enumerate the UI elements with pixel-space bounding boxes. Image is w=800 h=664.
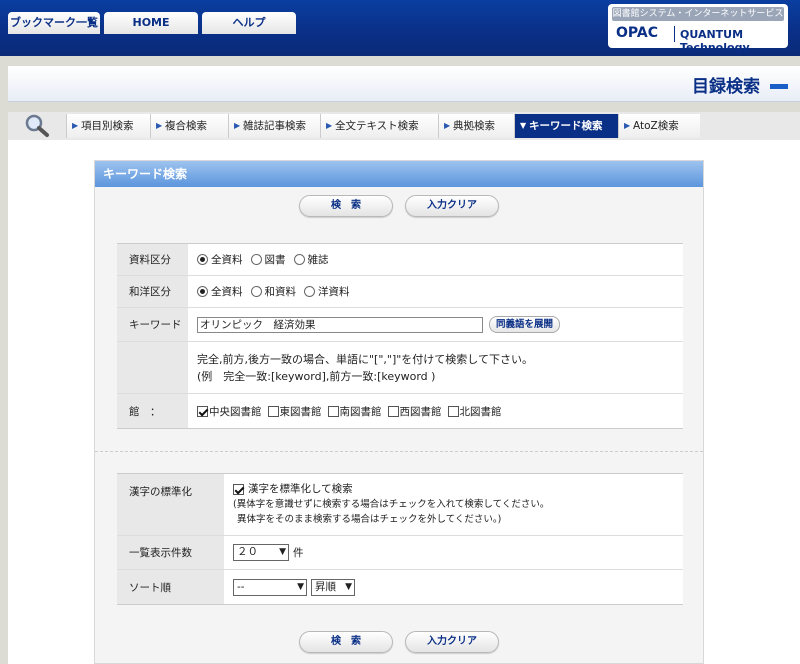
kanji-label: 漢字の標準化 bbox=[117, 474, 227, 535]
language-label: 和洋区分 bbox=[117, 276, 191, 307]
brand-subtitle: 図書館システム・インターネットサービス bbox=[612, 7, 784, 21]
search-note-line1: 完全,前方,後方一致の場合、単語に"[","]"を付けて検索して下さい。 bbox=[197, 352, 533, 366]
library-south-checkbox[interactable]: 南図書館 bbox=[327, 404, 382, 419]
search-button-top[interactable]: 検 索 bbox=[299, 195, 393, 217]
radio-icon bbox=[250, 286, 262, 297]
material-options: 全資料 図書 雑誌 bbox=[197, 244, 337, 275]
checkbox-icon bbox=[387, 405, 399, 417]
checkbox-icon bbox=[267, 405, 279, 417]
library-north-checkbox[interactable]: 北図書館 bbox=[447, 404, 502, 419]
kanji-help-line2: 異体字をそのまま検索する場合はチェックを外してください。) bbox=[237, 514, 502, 525]
search-form-section: 資料区分 全資料 図書 雑誌 和洋区分 全資料 和資料 洋資料 キーワード オリ… bbox=[117, 243, 683, 429]
tab-fulltext-search[interactable]: ▶ 全文テキスト検索 bbox=[320, 114, 438, 138]
section-divider bbox=[95, 451, 703, 452]
chevron-down-icon: ▼ bbox=[297, 581, 304, 592]
material-all-radio[interactable]: 全資料 bbox=[197, 252, 243, 267]
clear-button-top[interactable]: 入力クリア bbox=[405, 195, 499, 217]
sort-key-select[interactable]: -- ▼ bbox=[233, 578, 307, 596]
tab-arrow-icon: ▼ bbox=[520, 121, 527, 130]
material-journal-radio[interactable]: 雑誌 bbox=[293, 252, 329, 267]
help-tab[interactable]: ヘルプ bbox=[202, 12, 296, 34]
tab-arrow-icon: ▶ bbox=[234, 121, 241, 130]
opac-logo: OPAC bbox=[616, 25, 658, 41]
tab-article-search[interactable]: ▶ 雑誌記事検索 bbox=[228, 114, 320, 138]
material-label: 資料区分 bbox=[117, 244, 191, 275]
language-japanese-radio[interactable]: 和資料 bbox=[250, 284, 296, 299]
keyword-label: キーワード bbox=[117, 308, 191, 341]
radio-icon bbox=[304, 286, 315, 297]
library-options: 中央図書館 東図書館 南図書館 西図書館 北図書館 bbox=[197, 394, 508, 428]
search-note-line2: (例 完全一致:[keyword],前方一致:[keyword ) bbox=[197, 369, 436, 383]
count-select[interactable]: ２０ ▼ bbox=[233, 544, 289, 561]
tab-atoz-search[interactable]: ▶ AtoZ検索 bbox=[618, 114, 700, 138]
note-label-cell bbox=[117, 342, 191, 393]
kanji-row: 漢字の標準化 漢字を標準化して検索 (異体字を意識せずに検索する場合はチェックを… bbox=[117, 474, 683, 536]
tab-arrow-icon: ▶ bbox=[624, 121, 631, 130]
radio-icon bbox=[197, 286, 208, 297]
top-header: ブックマーク一覧 HOME ヘルプ 図書館システム・インターネットサービス OP… bbox=[0, 0, 800, 56]
tab-arrow-icon: ▶ bbox=[72, 121, 79, 130]
radio-icon bbox=[293, 254, 305, 265]
sort-fields: -- ▼ 昇順 ▼ bbox=[233, 570, 355, 604]
tab-arrow-icon: ▶ bbox=[156, 121, 163, 130]
kanji-options: 漢字を標準化して検索 (異体字を意識せずに検索する場合はチェックを入れて検索して… bbox=[233, 474, 549, 535]
tab-keyword-search[interactable]: ▼ キーワード検索 bbox=[514, 114, 618, 138]
radio-icon bbox=[250, 254, 262, 265]
search-button-bottom[interactable]: 検 索 bbox=[299, 631, 393, 653]
library-east-checkbox[interactable]: 東図書館 bbox=[267, 404, 322, 419]
keyword-field-wrap: オリンピック 経済効果 同義語を展開 bbox=[197, 308, 561, 341]
language-options: 全資料 和資料 洋資料 bbox=[197, 276, 358, 307]
brand-divider bbox=[674, 26, 675, 42]
tab-arrow-icon: ▶ bbox=[444, 121, 451, 130]
kanji-help-line1: (異体字を意識せずに検索する場合はチェックを入れて検索してください。 bbox=[233, 499, 550, 510]
checkbox-icon bbox=[233, 484, 244, 495]
tab-authority-search[interactable]: ▶ 典拠検索 bbox=[438, 114, 514, 138]
sort-order-select[interactable]: 昇順 ▼ bbox=[311, 578, 355, 596]
language-row: 和洋区分 全資料 和資料 洋資料 bbox=[117, 276, 683, 308]
home-tab[interactable]: HOME bbox=[104, 12, 198, 34]
checkbox-icon bbox=[197, 405, 208, 417]
sort-label: ソート順 bbox=[117, 570, 227, 604]
radio-icon bbox=[197, 254, 208, 265]
library-row: 館 ： 中央図書館 東図書館 南図書館 西図書館 北図書館 bbox=[117, 394, 683, 428]
language-all-radio[interactable]: 全資料 bbox=[197, 284, 243, 299]
kanji-normalize-checkbox[interactable]: 漢字を標準化して検索 bbox=[233, 482, 353, 497]
options-section: 漢字の標準化 漢字を標準化して検索 (異体字を意識せずに検索する場合はチェックを… bbox=[117, 473, 683, 605]
keyword-search-panel: キーワード検索 検 索 入力クリア 資料区分 全資料 図書 雑誌 和洋区分 全資… bbox=[94, 160, 704, 664]
language-western-radio[interactable]: 洋資料 bbox=[304, 284, 350, 299]
magnifier-icon bbox=[25, 114, 49, 137]
checkbox-icon bbox=[327, 405, 339, 417]
count-row: 一覧表示件数 ２０ ▼ 件 bbox=[117, 536, 683, 570]
sort-row: ソート順 -- ▼ 昇順 ▼ bbox=[117, 570, 683, 604]
library-central-checkbox[interactable]: 中央図書館 bbox=[197, 404, 262, 419]
clear-button-bottom[interactable]: 入力クリア bbox=[405, 631, 499, 653]
main-area: キーワード検索 検 索 入力クリア 資料区分 全資料 図書 雑誌 和洋区分 全資… bbox=[8, 140, 800, 664]
checkbox-icon bbox=[447, 405, 459, 417]
search-note: 完全,前方,後方一致の場合、単語に"[","]"を付けて検索して下さい。 (例 … bbox=[197, 342, 533, 393]
material-book-radio[interactable]: 図書 bbox=[250, 252, 286, 267]
panel-title: キーワード検索 bbox=[95, 161, 703, 187]
chevron-down-icon: ▼ bbox=[279, 547, 286, 557]
note-row: 完全,前方,後方一致の場合、単語に"[","]"を付けて検索して下さい。 (例 … bbox=[117, 342, 683, 394]
brand-logo: 図書館システム・インターネットサービス OPAC QUANTUM Technol… bbox=[608, 4, 788, 54]
material-row: 資料区分 全資料 図書 雑誌 bbox=[117, 244, 683, 276]
title-accent-bar bbox=[770, 84, 788, 89]
count-label: 一覧表示件数 bbox=[117, 536, 227, 569]
count-field: ２０ ▼ 件 bbox=[233, 536, 304, 569]
chevron-down-icon: ▼ bbox=[345, 581, 352, 592]
library-label: 館 ： bbox=[117, 394, 191, 428]
bookmark-list-tab[interactable]: ブックマーク一覧 bbox=[8, 12, 100, 34]
keyword-row: キーワード オリンピック 経済効果 同義語を展開 bbox=[117, 308, 683, 342]
library-west-checkbox[interactable]: 西図書館 bbox=[387, 404, 442, 419]
synonym-expand-button[interactable]: 同義語を展開 bbox=[489, 316, 561, 333]
count-unit: 件 bbox=[293, 547, 304, 559]
tab-arrow-icon: ▶ bbox=[326, 121, 333, 130]
quantum-logo: QUANTUM Technology bbox=[680, 28, 750, 54]
keyword-input[interactable]: オリンピック 経済効果 bbox=[197, 316, 483, 333]
title-bar: 目録検索 bbox=[8, 66, 800, 102]
tab-combined-search[interactable]: ▶ 複合検索 bbox=[150, 114, 228, 138]
tab-item-search[interactable]: ▶ 項目別検索 bbox=[66, 114, 150, 138]
page-title: 目録検索 bbox=[692, 77, 760, 97]
search-tabs: ▶ 項目別検索 ▶ 複合検索 ▶ 雑誌記事検索 ▶ 全文テキスト検索 ▶ 典拠検索 ▼ キー… bbox=[8, 112, 800, 140]
